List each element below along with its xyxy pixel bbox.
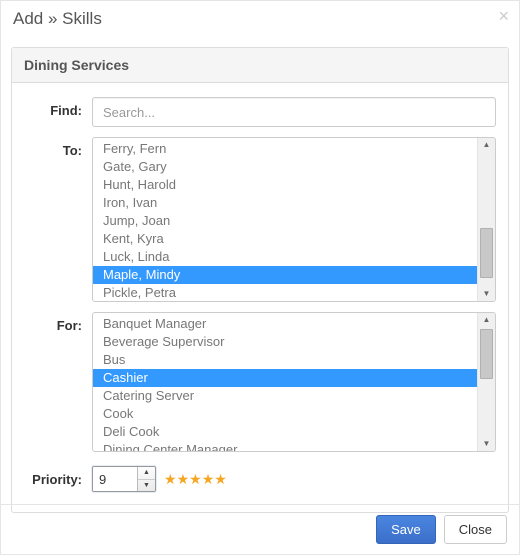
list-item[interactable]: Deli Cook: [93, 423, 477, 441]
label-to: To:: [24, 137, 92, 158]
search-input[interactable]: [92, 97, 496, 127]
list-item[interactable]: Ferry, Fern: [93, 140, 477, 158]
panel-heading: Dining Services: [12, 48, 508, 83]
close-icon[interactable]: ×: [498, 7, 509, 25]
scroll-up-icon[interactable]: ▲: [478, 313, 495, 327]
row-priority: Priority: ▲ ▼ ★★★★★: [24, 466, 496, 492]
to-list[interactable]: Ferry, FernGate, GaryHunt, HaroldIron, I…: [92, 137, 496, 302]
star-icon: ★: [189, 471, 202, 488]
scroll-thumb[interactable]: [480, 228, 493, 278]
priority-input[interactable]: [93, 467, 137, 491]
list-item[interactable]: Luck, Linda: [93, 248, 477, 266]
save-button[interactable]: Save: [376, 515, 436, 544]
list-item[interactable]: Iron, Ivan: [93, 194, 477, 212]
star-icon: ★: [164, 471, 177, 488]
step-up-icon[interactable]: ▲: [138, 467, 155, 479]
modal: Add » Skills × Dining Services Find: To:…: [0, 0, 520, 555]
for-scrollbar[interactable]: ▲ ▼: [477, 313, 495, 451]
list-item[interactable]: Cashier: [93, 369, 477, 387]
label-for: For:: [24, 312, 92, 333]
step-down-icon[interactable]: ▼: [138, 479, 155, 492]
panel-body: Find: To: Ferry, FernGate, GaryHunt, Har…: [12, 83, 508, 512]
label-priority: Priority:: [24, 466, 92, 487]
scroll-down-icon[interactable]: ▼: [478, 287, 495, 301]
close-button[interactable]: Close: [444, 515, 507, 544]
modal-title: Add » Skills: [13, 9, 102, 28]
list-item[interactable]: Pickle, Petra: [93, 284, 477, 301]
priority-stars: ★★★★★: [164, 471, 227, 488]
list-item[interactable]: Catering Server: [93, 387, 477, 405]
list-item[interactable]: Maple, Mindy: [93, 266, 477, 284]
scroll-up-icon[interactable]: ▲: [478, 138, 495, 152]
scroll-down-icon[interactable]: ▼: [478, 437, 495, 451]
modal-header: Add » Skills ×: [1, 1, 519, 39]
list-item[interactable]: Bus: [93, 351, 477, 369]
priority-stepper[interactable]: ▲ ▼: [92, 466, 156, 492]
list-item[interactable]: Kent, Kyra: [93, 230, 477, 248]
list-item[interactable]: Beverage Supervisor: [93, 333, 477, 351]
list-item[interactable]: Dining Center Manager: [93, 441, 477, 451]
row-find: Find:: [24, 97, 496, 127]
row-to: To: Ferry, FernGate, GaryHunt, HaroldIro…: [24, 137, 496, 302]
list-item[interactable]: Jump, Joan: [93, 212, 477, 230]
list-item[interactable]: Hunt, Harold: [93, 176, 477, 194]
list-item[interactable]: Banquet Manager: [93, 315, 477, 333]
row-for: For: Banquet ManagerBeverage SupervisorB…: [24, 312, 496, 452]
scroll-thumb[interactable]: [480, 329, 493, 379]
to-scrollbar[interactable]: ▲ ▼: [477, 138, 495, 301]
list-item[interactable]: Cook: [93, 405, 477, 423]
star-icon: ★: [214, 471, 227, 488]
label-find: Find:: [24, 97, 92, 118]
panel: Dining Services Find: To: Ferry, FernGat…: [11, 47, 509, 513]
star-icon: ★: [202, 471, 215, 488]
for-list[interactable]: Banquet ManagerBeverage SupervisorBusCas…: [92, 312, 496, 452]
list-item[interactable]: Gate, Gary: [93, 158, 477, 176]
modal-footer: Save Close: [1, 504, 519, 554]
star-icon: ★: [177, 471, 190, 488]
